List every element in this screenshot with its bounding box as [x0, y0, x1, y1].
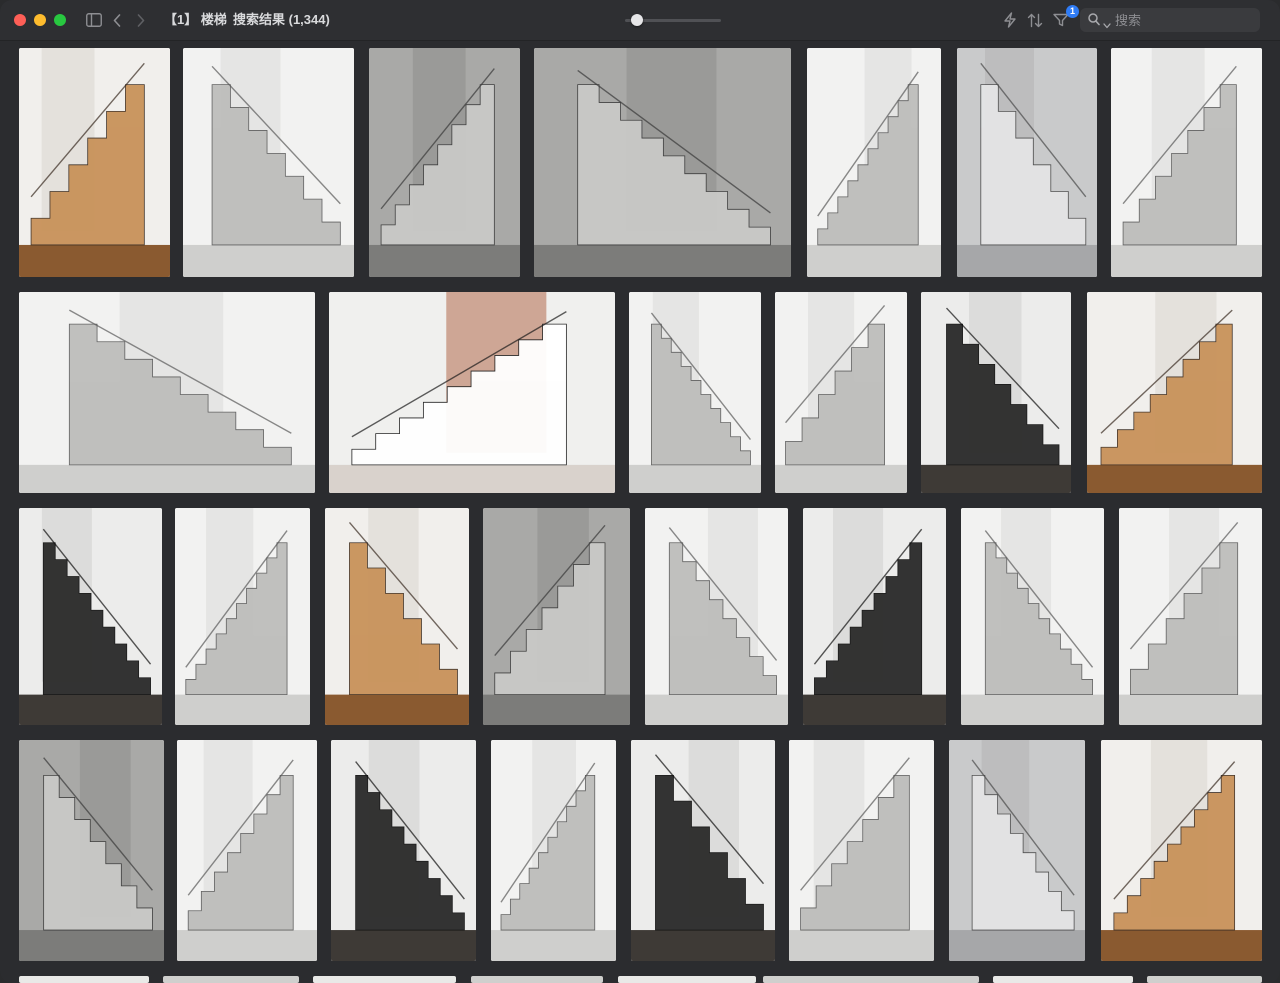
image-thumbnail-partial[interactable]: [471, 976, 603, 983]
image-thumbnail-partial[interactable]: [618, 976, 756, 983]
image-thumbnail-wood-balustrade-skylight[interactable]: [325, 508, 469, 725]
close-window-button[interactable]: [14, 14, 26, 26]
stair-photo-image: [491, 740, 616, 961]
chevron-down-icon[interactable]: [1103, 16, 1111, 34]
maximize-window-button[interactable]: [54, 14, 66, 26]
image-thumbnail-white-void-stair[interactable]: [183, 48, 354, 277]
image-thumbnail-white-curved-stair-pendant[interactable]: [961, 508, 1104, 725]
stair-photo-image: [949, 740, 1085, 961]
breadcrumb-folder[interactable]: 【1】 楼梯: [164, 12, 227, 28]
stair-photo-image: [19, 740, 164, 961]
stair-photo-image: [803, 508, 946, 725]
sort-icon[interactable]: [1026, 10, 1044, 30]
stair-photo-image: [921, 292, 1071, 493]
forward-chevron-icon[interactable]: [134, 10, 148, 30]
slider-thumb[interactable]: [630, 14, 643, 26]
stair-photo-image: [329, 292, 615, 493]
image-thumbnail-partial[interactable]: [163, 976, 299, 983]
app-window: 【1】 楼梯 › 搜索结果 (1,344) 1: [0, 0, 1280, 983]
stair-photo-image: [183, 48, 354, 277]
breadcrumb-current: 搜索结果 (1,344): [233, 12, 330, 27]
stair-photo-image: [325, 508, 469, 725]
search-field[interactable]: [1080, 8, 1260, 32]
image-thumbnail-white-landing-stair[interactable]: [177, 740, 317, 961]
image-thumbnail-white-stair-walking-man[interactable]: [629, 292, 761, 493]
image-thumbnail-concrete-white-block-stair[interactable]: [19, 740, 164, 961]
search-icon: [1088, 13, 1100, 31]
stair-photo-image: [957, 48, 1097, 277]
stair-photo-image: [645, 508, 788, 725]
image-thumbnail-concrete-handrail-closeup[interactable]: [534, 48, 791, 277]
image-thumbnail-marble-stair-walking-figure[interactable]: [957, 48, 1097, 277]
stair-photo-image: [1087, 292, 1262, 493]
image-thumbnail-white-railing-stair[interactable]: [1111, 48, 1262, 277]
stair-photo-image: [19, 48, 170, 277]
stair-photo-image: [629, 292, 761, 493]
next-row-peek: [0, 972, 1280, 983]
image-thumbnail-partial[interactable]: [19, 976, 149, 983]
image-thumbnail-wooden-zigzag-bookshelf-stair[interactable]: [19, 48, 170, 277]
image-thumbnail-suspended-rod-stair[interactable]: [331, 740, 476, 961]
image-thumbnail-black-treads-glass-rail[interactable]: [631, 740, 775, 961]
image-thumbnail-white-spiral-stair[interactable]: [491, 740, 616, 961]
stair-photo-image: [807, 48, 941, 277]
stair-photo-image: [631, 740, 775, 961]
search-input[interactable]: [1115, 11, 1253, 29]
image-thumbnail-partial[interactable]: [313, 976, 456, 983]
minimize-window-button[interactable]: [34, 14, 46, 26]
stair-photo-image: [534, 48, 791, 277]
stair-photo-image: [19, 508, 162, 725]
back-chevron-icon[interactable]: [110, 10, 124, 30]
stair-photo-image: [177, 740, 317, 961]
image-thumbnail-white-stair-book-shelves[interactable]: [1119, 508, 1262, 725]
stair-photo-image: [483, 508, 630, 725]
stair-photo-image: [789, 740, 934, 961]
toolbar: 【1】 楼梯 › 搜索结果 (1,344) 1: [0, 0, 1280, 41]
image-thumbnail-glass-curved-stair[interactable]: [789, 740, 934, 961]
image-thumbnail-white-wall-black-stair[interactable]: [645, 508, 788, 725]
image-thumbnail-wooden-straight-stair[interactable]: [1101, 740, 1262, 961]
stair-photo-image: [775, 292, 907, 493]
image-thumbnail-black-steel-spiral-stair[interactable]: [921, 292, 1071, 493]
breadcrumb-separator: ›: [221, 13, 225, 27]
stair-photo-image: [19, 292, 315, 493]
stair-photo-image: [1111, 48, 1262, 277]
image-thumbnail-black-floating-treads[interactable]: [803, 508, 946, 725]
image-thumbnail-marble-stair[interactable]: [949, 740, 1085, 961]
filter-count-badge: 1: [1066, 5, 1079, 18]
image-thumbnail-wooden-zigzag-bookshelf-stair[interactable]: [1087, 292, 1262, 493]
stair-photo-image: [1119, 508, 1262, 725]
stair-photo-image: [331, 740, 476, 961]
image-thumbnail-white-corridor-stair[interactable]: [807, 48, 941, 277]
image-thumbnail-concrete-corridor-stair[interactable]: [483, 508, 630, 725]
image-thumbnail-partial[interactable]: [993, 976, 1133, 983]
image-thumbnail-suspended-rod-stair[interactable]: [19, 508, 162, 725]
image-thumbnail-partial[interactable]: [763, 976, 979, 983]
stair-photo-image: [1101, 740, 1262, 961]
sidebar-toggle-icon[interactable]: [85, 10, 103, 30]
image-thumbnail-concrete-recess-stair[interactable]: [369, 48, 520, 277]
lightning-icon[interactable]: [1001, 10, 1019, 30]
image-thumbnail-white-atrium-bridge[interactable]: [19, 292, 315, 493]
image-thumbnail-sculpted-white-stair[interactable]: [775, 292, 907, 493]
image-thumbnail-brick-wall-ladder-stair[interactable]: [329, 292, 615, 493]
image-thumbnail-partial[interactable]: [1147, 976, 1262, 983]
stair-photo-image: [369, 48, 520, 277]
image-thumbnail-white-skylight-stair[interactable]: [175, 508, 310, 725]
stair-photo-image: [175, 508, 310, 725]
stair-photo-image: [961, 508, 1104, 725]
